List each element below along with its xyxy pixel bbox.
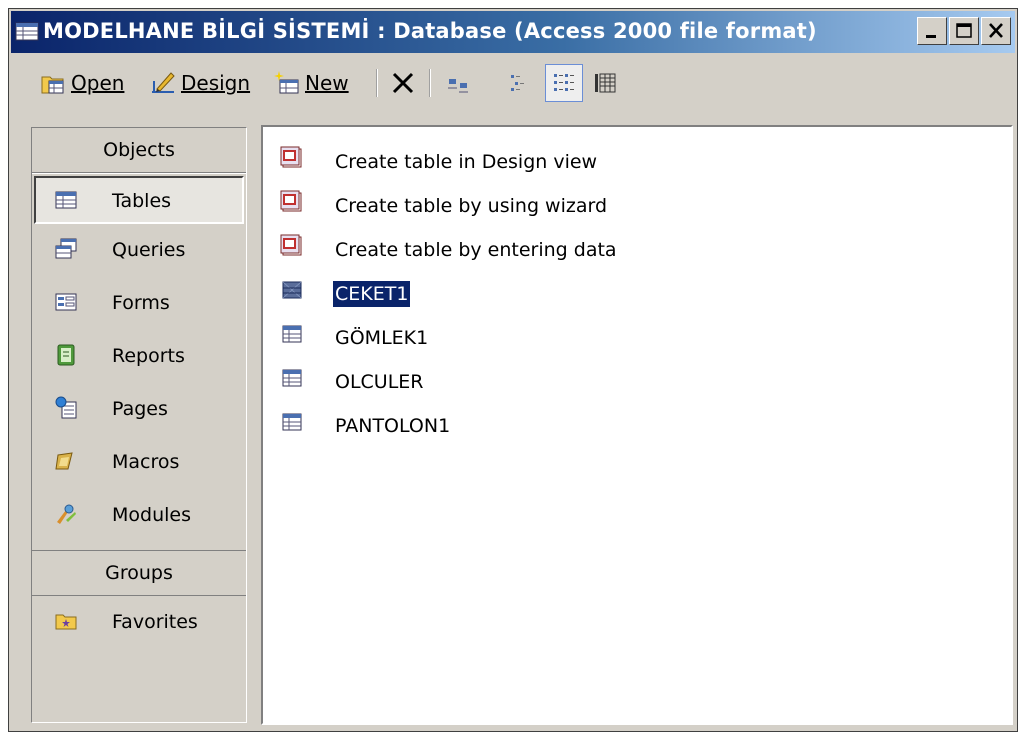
sidebar-item-label: Queries (112, 239, 186, 261)
large-icons-icon (448, 79, 468, 93)
table-icon (282, 325, 302, 343)
list-item-label: CEKET1 (331, 280, 412, 308)
large-icons-button[interactable] (445, 66, 477, 100)
shortcut-icon (280, 146, 302, 168)
open-icon (41, 76, 64, 94)
favorites-folder-icon (55, 614, 77, 630)
title-bar[interactable]: MODELHANE BİLGİ SİSTEMİ : Database (Acce… (11, 11, 1015, 53)
new-icon (274, 71, 299, 94)
shortcut-icon (280, 190, 302, 212)
sidebar-item-label: Tables (112, 190, 172, 212)
list-item-label: OLCULER (335, 371, 424, 393)
sidebar-item-label: Macros (112, 451, 180, 473)
toolbar-separator (429, 69, 431, 97)
sidebar-item-favorites[interactable]: Favorites (32, 596, 246, 649)
minimize-icon (926, 35, 936, 38)
design-icon (152, 72, 175, 93)
close-icon (989, 23, 1003, 38)
sidebar-item-label: Forms (112, 292, 170, 314)
sidebar-item-macros[interactable]: Macros (32, 436, 246, 489)
list-item-label: Create table by using wizard (335, 195, 608, 217)
delete-button[interactable] (389, 66, 421, 100)
page-icon (55, 396, 77, 419)
list-item-label: Create table in Design view (335, 151, 598, 173)
object-list: Create table in Design view Create table… (261, 125, 1013, 725)
delete-icon (392, 72, 414, 94)
sidebar-item-label: Reports (112, 345, 185, 367)
list-item-label: PANTOLON1 (335, 415, 451, 437)
design-button[interactable]: Design (149, 66, 250, 100)
sidebar-item-label: Favorites (112, 611, 198, 633)
open-label: Open (71, 71, 125, 95)
query-icon (55, 238, 77, 259)
objects-bar: Objects Tables Queries Forms Reports Pag… (31, 127, 247, 723)
list-item-label: GÖMLEK1 (335, 327, 429, 349)
groups-header[interactable]: Groups (32, 550, 246, 596)
list-item-label: Create table by entering data (335, 239, 617, 261)
macro-icon (55, 452, 73, 470)
toolbar-separator (376, 69, 378, 97)
sidebar-item-reports[interactable]: Reports (32, 330, 246, 383)
objects-header[interactable]: Objects (32, 128, 246, 173)
window-title: MODELHANE BİLGİ SİSTEMİ : Database (Acce… (43, 19, 817, 43)
sidebar-item-modules[interactable]: Modules (32, 489, 246, 542)
toolbar: Open Design New (11, 57, 1015, 109)
small-icons-icon (511, 75, 524, 91)
new-label: New (305, 71, 349, 95)
small-icons-button[interactable] (505, 66, 537, 100)
design-label: Design (181, 71, 251, 95)
table-icon (282, 281, 302, 299)
sidebar-item-queries[interactable]: Queries (32, 224, 246, 277)
database-window: MODELHANE BİLGİ SİSTEMİ : Database (Acce… (8, 8, 1018, 732)
details-view-button[interactable] (591, 66, 623, 100)
shortcut-icon (280, 234, 302, 256)
report-icon (57, 344, 75, 366)
table-icon (55, 191, 77, 209)
table-icon (282, 369, 302, 387)
table-icon (282, 413, 302, 431)
list-view-icon (554, 74, 574, 91)
sidebar-item-tables[interactable]: Tables (34, 176, 244, 224)
module-icon (57, 504, 76, 524)
details-view-icon (595, 73, 616, 93)
sidebar-item-label: Pages (112, 398, 168, 420)
list-view-button[interactable] (545, 64, 583, 102)
minimize-button[interactable] (917, 17, 947, 45)
sidebar-item-label: Modules (112, 504, 191, 526)
maximize-button[interactable] (949, 17, 979, 45)
close-button[interactable] (981, 17, 1011, 45)
maximize-icon (956, 23, 972, 38)
sidebar-item-pages[interactable]: Pages (32, 383, 246, 436)
open-button[interactable]: Open (39, 66, 124, 100)
new-button[interactable]: New (273, 66, 349, 100)
sidebar-item-forms[interactable]: Forms (32, 277, 246, 330)
database-icon (15, 22, 39, 41)
form-icon (55, 293, 77, 311)
